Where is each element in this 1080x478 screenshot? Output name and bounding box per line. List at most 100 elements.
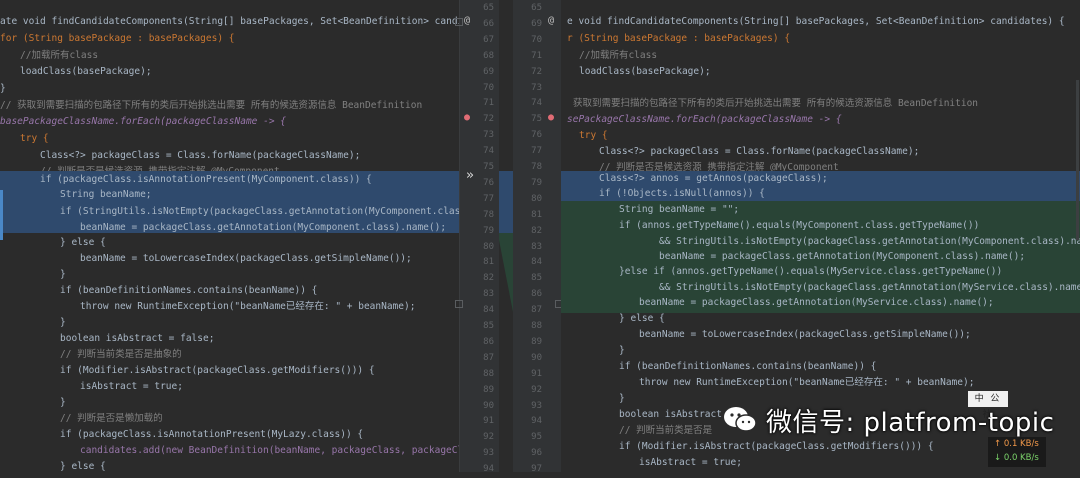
code-text: try { [20,133,49,144]
line-number: 88 [531,321,542,331]
code-text: beanName = toLowercaseIndex(packageClass… [639,329,971,340]
code-line: sePackageClassName.forEach(packageClassN… [561,111,1080,128]
code-text: throw new RuntimeException("beanName已经存在… [639,377,975,388]
line-number: 67 [483,34,494,45]
breakpoint-icon[interactable]: ● [548,112,554,124]
line-number: 80 [531,193,542,204]
diff-connector-shape [499,171,513,312]
code-line: if (packageClass.isAnnotationPresent(MyL… [0,426,459,443]
line-number: 72 [483,114,494,125]
line-number: 82 [531,225,542,236]
code-line: String beanName; [0,186,459,203]
line-number: 66 [483,18,494,29]
code-line: r (String basePackage : basePackages) { [561,30,1080,47]
code-line: if (beanDefinitionNames.contains(beanNam… [0,282,459,299]
line-number: 69 [483,66,494,77]
download-speed-value: 0.0 KB/s [1003,453,1039,463]
code-text: loadClass(basePackage); [20,66,152,77]
line-number: 90 [483,400,494,411]
code-text: basePackageClassName.forEach(packageClas… [0,116,286,127]
code-text: loadClass(basePackage); [579,66,711,77]
upload-speed: ↑ 0.1 KB/s [988,437,1046,451]
code-text: r (String basePackage : basePackages) { [567,33,791,44]
code-text: isAbstract = true; [80,381,183,392]
line-number: 80 [483,241,494,252]
line-number: 71 [531,50,542,61]
line-number: 76 [531,130,542,141]
code-text: if (Modifier.isAbstract(packageClass.get… [60,365,375,376]
code-text: String beanName; [60,189,152,200]
scrollbar-track[interactable] [1076,80,1079,240]
code-line: loadClass(basePackage); [0,63,459,80]
code-text: try { [579,130,608,141]
code-line: } else { [561,310,1080,327]
line-number: 93 [531,400,542,411]
code-line: if (beanDefinitionNames.contains(beanNam… [561,358,1080,375]
code-text: } else { [619,313,665,324]
line-number: 83 [483,289,494,300]
code-line: try { [0,130,459,147]
code-text: isAbstract = true; [639,457,742,468]
left-editor-pane[interactable]: ate void findCandidateComponents(String[… [0,0,459,472]
line-number: 81 [483,257,494,268]
code-text: boolean isAbstract [619,409,722,420]
line-number: 81 [531,209,542,220]
code-line: if (!Objects.isNull(annos)) { [561,185,1080,202]
fold-marker-icon[interactable] [455,300,463,308]
line-number: 87 [483,352,494,363]
code-line: loadClass(basePackage); [561,63,1080,80]
code-line: try { [561,127,1080,144]
line-number: 96 [531,448,542,459]
code-line: beanName = toLowercaseIndex(packageClass… [561,326,1080,343]
code-text: if (!Objects.isNull(annos)) { [599,188,765,199]
code-text: // 判断当前类是否是 [619,425,713,436]
line-number: 78 [531,162,542,172]
code-line: } else { [0,234,459,251]
fold-marker-icon[interactable] [455,18,463,26]
line-number: 97 [531,464,542,475]
code-text: beanName = packageClass.getAnnotation(My… [639,297,994,308]
line-number: 92 [531,384,542,395]
line-number: 75 [483,162,494,172]
code-line: if (Modifier.isAbstract(packageClass.get… [0,362,459,379]
code-line: ate void findCandidateComponents(String[… [0,13,459,30]
code-line: basePackageClassName.forEach(packageClas… [0,113,459,130]
code-line: Class<?> packageClass = Class.forName(pa… [561,143,1080,160]
line-number: 95 [531,432,542,443]
line-number: 78 [483,209,494,220]
watermark-text: 微信号: platfrom-topic [766,407,1055,438]
change-marker [0,190,3,240]
line-number: 73 [483,130,494,141]
code-line: } [0,314,459,331]
code-line: //加载所有class [561,47,1080,64]
code-line: throw new RuntimeException("beanName已经存在… [0,298,459,315]
network-speed-widget: ↑ 0.1 KB/s ↓ 0.0 KB/s [988,437,1046,467]
code-text: Class<?> packageClass = Class.forName(pa… [40,150,361,161]
line-number: 86 [531,289,542,300]
line-number: 69 [531,18,542,29]
code-line: //加载所有class [0,47,459,64]
upload-speed-value: 0.1 KB/s [1003,439,1039,449]
line-number: 65 [531,3,542,13]
line-number: 89 [483,384,494,395]
stamp-badge: 中 公 社 [968,391,1008,420]
code-text: throw new RuntimeException("beanName已经存在… [80,301,416,312]
code-text: } [619,393,625,404]
code-line: beanName = packageClass.getAnnotation(My… [561,294,1080,311]
override-at-icon[interactable]: @ [548,15,554,27]
code-line: candidates.add(new BeanDefinition(beanNa… [0,442,459,459]
line-number: 75 [531,114,542,125]
line-number: 85 [483,321,494,331]
line-number: 89 [531,336,542,347]
line-number: 83 [531,241,542,252]
code-line: // 判断是否是懒加载的 [0,410,459,427]
code-text: if (beanDefinitionNames.contains(beanNam… [619,361,877,372]
code-line: } [561,342,1080,359]
line-number: 70 [531,34,542,45]
line-number: 68 [483,50,494,61]
code-line: Class<?> packageClass = Class.forName(pa… [0,147,459,164]
code-line: }else if (annos.getTypeName().equals(MyS… [561,263,1080,280]
line-number: 70 [483,82,494,93]
code-text: beanName = toLowercaseIndex(packageClass… [80,253,412,264]
line-number: 74 [531,98,542,109]
